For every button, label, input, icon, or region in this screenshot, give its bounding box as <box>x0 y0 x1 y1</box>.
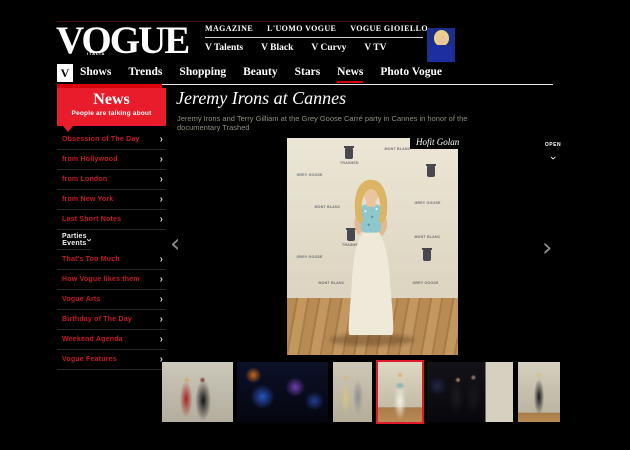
chevron-down-icon: › <box>549 156 557 160</box>
chevron-down-icon: › <box>83 238 93 241</box>
secondary-nav-row1: MAGAZINE L'UOMO VOGUE VOGUE GIOIELLO <box>205 24 423 33</box>
greygoose-logo: GREY GOOSE <box>414 200 440 205</box>
nav-vogue-gioiello[interactable]: VOGUE GIOIELLO <box>350 24 428 33</box>
tab-stars[interactable]: Stars <box>295 66 321 83</box>
logo-letter-v: V <box>56 19 81 62</box>
open-panel-button[interactable]: OPEN › <box>540 142 566 166</box>
sidebar-item-vogue-features[interactable]: Vogue Features› <box>57 350 166 370</box>
trashed-logo-icon <box>427 166 435 177</box>
thumbnail-2[interactable] <box>237 362 328 422</box>
tab-news[interactable]: News <box>337 66 363 83</box>
tab-shopping[interactable]: Shopping <box>179 66 226 83</box>
sidebar-subtitle: People are talking about <box>57 110 166 117</box>
montblanc-logo: MONT BLANC <box>384 146 410 151</box>
greygoose-logo: GREY GOOSE <box>296 254 322 259</box>
open-label: OPEN <box>540 142 566 148</box>
sidebar-item-from-new-york[interactable]: from New York› <box>57 190 166 210</box>
nav-v-talents[interactable]: V Talents <box>205 43 243 53</box>
main-nav: Shows Trends Shopping Beauty Stars News … <box>80 66 442 83</box>
sidebar-item-thats-too-much[interactable]: That's Too Much› <box>57 250 166 270</box>
secondary-nav-row2: V Talents V Black V Curvy V TV <box>205 43 423 53</box>
sidebar-item-vogue-arts[interactable]: Vogue Arts› <box>57 290 166 310</box>
greygoose-logo: GREY GOOSE <box>296 172 322 177</box>
chevron-right-icon: › <box>160 295 163 305</box>
chevron-right-icon: › <box>160 275 163 285</box>
sidebar-item-weekend-agenda[interactable]: Weekend Agenda› <box>57 330 166 350</box>
trashed-logo-icon <box>423 250 431 261</box>
greygoose-logo: GREY GOOSE <box>412 280 438 285</box>
tab-beauty[interactable]: Beauty <box>243 66 278 83</box>
photo-caption: Hofit Golan <box>410 135 469 149</box>
thumbnail-1[interactable] <box>162 362 233 422</box>
sidebar-item-from-hollywood[interactable]: from Hollywood› <box>57 150 166 170</box>
logo-letter-o: OITALIA <box>81 19 109 62</box>
chevron-right-icon: › <box>160 255 163 265</box>
article-title: Jeremy Irons at Cannes <box>176 88 346 109</box>
nav-luomo-vogue[interactable]: L'UOMO VOGUE <box>267 24 336 33</box>
tab-shows[interactable]: Shows <box>80 66 111 83</box>
avatar-body <box>429 45 453 62</box>
nav-v-curvy[interactable]: V Curvy <box>311 43 346 53</box>
chevron-right-icon: › <box>160 315 163 325</box>
chevron-right-icon: › <box>160 195 163 205</box>
hero-photo[interactable]: MONT BLANC GREY GOOSE MONT BLANC GREY GO… <box>287 138 458 355</box>
sidebar-item-obsession-of-the-day[interactable]: Obsession of The Day› <box>57 130 166 150</box>
chevron-right-icon: › <box>160 175 163 185</box>
chevron-right-icon: › <box>160 135 163 145</box>
sidebar-item-from-london[interactable]: from London› <box>57 170 166 190</box>
montblanc-logo: MONT BLANC <box>414 234 440 239</box>
next-photo-arrow[interactable]: › <box>542 236 552 260</box>
vogue-news-page: VOITALIAGUE MAGAZINE L'UOMO VOGUE VOGUE … <box>0 0 630 450</box>
sidebar-item-birthday-of-the-day[interactable]: Birthday of The Day› <box>57 310 166 330</box>
tab-photo-vogue[interactable]: Photo Vogue <box>380 66 442 83</box>
nav-magazine[interactable]: MAGAZINE <box>205 24 253 33</box>
chevron-right-icon: › <box>160 155 163 165</box>
promo-avatar-image[interactable] <box>427 28 455 62</box>
chevron-right-icon: › <box>160 215 163 225</box>
sidebar-news-header: News People are talking about <box>57 88 166 126</box>
person-figure <box>331 164 411 344</box>
logo-letters-gue: GUE <box>110 19 189 62</box>
sidebar-menu: Obsession of The Day› from Hollywood› fr… <box>57 130 166 370</box>
avatar-face <box>438 35 446 44</box>
thumbnail-3[interactable] <box>333 362 372 422</box>
tab-trends[interactable]: Trends <box>128 66 162 83</box>
vogue-logo[interactable]: VOITALIAGUE <box>56 22 188 60</box>
trashed-logo-icon <box>345 148 353 159</box>
article-subtitle: Jeremy Irons and Terry Gilliam at the Gr… <box>177 114 477 132</box>
thumbnail-4-selected[interactable] <box>378 362 422 422</box>
sidebar-item-last-short-notes[interactable]: Last Short Notes› <box>57 210 166 230</box>
nav-v-tv[interactable]: V TV <box>364 43 386 53</box>
chevron-right-icon: › <box>160 335 163 345</box>
sidebar-title: News <box>57 90 166 110</box>
sidebar-item-parties-events[interactable]: Parties Events› <box>57 230 91 250</box>
v-home-badge[interactable]: V <box>57 64 73 82</box>
sidebar-item-how-vogue-likes-them[interactable]: How Vogue likes them› <box>57 270 166 290</box>
thumbnail-6[interactable] <box>518 362 560 422</box>
previous-photo-arrow[interactable]: ‹ <box>170 232 180 256</box>
secondary-nav-divider <box>205 37 423 38</box>
thumbnail-5[interactable] <box>427 362 513 422</box>
nav-v-black[interactable]: V Black <box>261 43 293 53</box>
secondary-nav: MAGAZINE L'UOMO VOGUE VOGUE GIOIELLO V T… <box>205 24 423 53</box>
